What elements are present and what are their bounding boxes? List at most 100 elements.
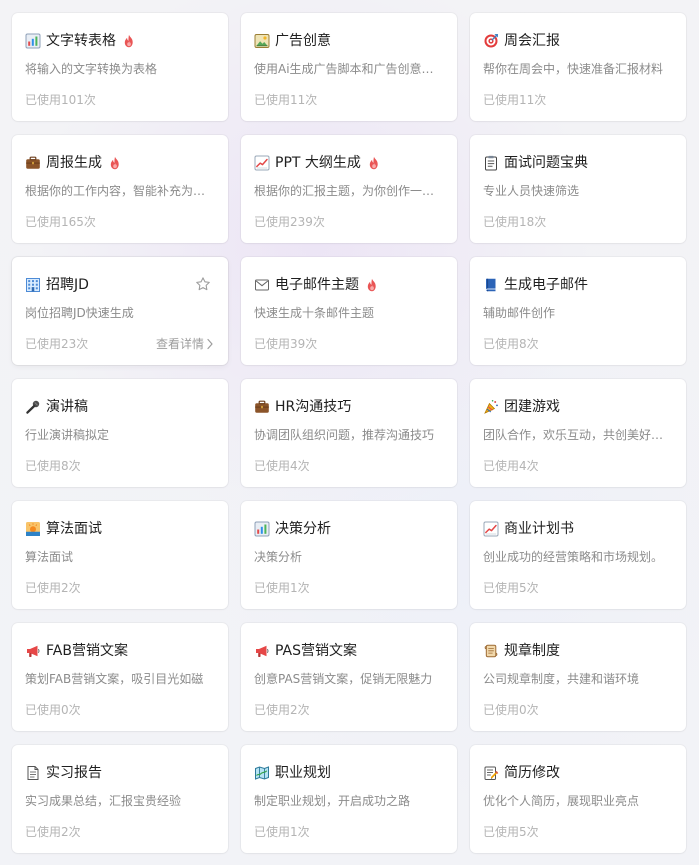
card-title-row: 演讲稿: [25, 396, 215, 418]
usage-count: 已使用1次: [254, 581, 310, 595]
app-card-面试问题宝典[interactable]: 面试问题宝典 专业人员快速筛选 已使用18次: [470, 135, 686, 243]
usage-count: 已使用165次: [25, 215, 96, 229]
card-title-row: 电子邮件主题: [254, 274, 444, 296]
app-card-周报生成[interactable]: 周报生成 根据你的工作内容，智能补充为完… 已使用165次: [12, 135, 228, 243]
usage-count: 已使用11次: [254, 93, 318, 107]
app-card-实习报告[interactable]: 实习报告 实习成果总结，汇报宝贵经验 已使用2次: [12, 745, 228, 853]
card-title: PPT 大纲生成: [275, 155, 361, 171]
app-card-广告创意[interactable]: 广告创意 使用Ai生成广告脚本和广告创意想法 已使用11次: [241, 13, 457, 121]
card-description: 根据你的汇报主题，为你创作一份…: [254, 184, 444, 198]
bar-chart-icon: [25, 33, 41, 49]
app-card-决策分析[interactable]: 决策分析 决策分析 已使用1次: [241, 501, 457, 609]
usage-count: 已使用23次: [25, 337, 89, 351]
usage-count: 已使用239次: [254, 215, 325, 229]
card-title: 职业规划: [275, 765, 331, 781]
usage-count: 已使用101次: [25, 93, 96, 107]
app-card-算法面试[interactable]: 算法面试 算法面试 已使用2次: [12, 501, 228, 609]
card-title: 广告创意: [275, 33, 331, 49]
sunrise-icon: [25, 521, 41, 537]
megaphone-icon: [254, 643, 270, 659]
building-icon: [25, 277, 41, 293]
fire-icon: [368, 156, 380, 170]
card-title-row: 决策分析: [254, 518, 444, 540]
usage-count: 已使用4次: [483, 459, 539, 473]
app-card-演讲稿[interactable]: 演讲稿 行业演讲稿拟定 已使用8次: [12, 379, 228, 487]
fire-icon: [366, 278, 378, 292]
microphone-icon: [25, 399, 41, 415]
card-description: 策划FAB营销文案，吸引目光如磁: [25, 672, 204, 686]
app-card-文字转表格[interactable]: 文字转表格 将输入的文字转换为表格 已使用101次: [12, 13, 228, 121]
star-icon[interactable]: [194, 275, 212, 293]
usage-count: 已使用2次: [25, 825, 81, 839]
usage-count: 已使用1次: [254, 825, 310, 839]
app-card-grid: 文字转表格 将输入的文字转换为表格 已使用101次 广告创意 使用Ai生成广告脚…: [0, 0, 699, 865]
card-title-row: 文字转表格: [25, 30, 215, 52]
picture-icon: [254, 33, 270, 49]
app-card-电子邮件主题[interactable]: 电子邮件主题 快速生成十条邮件主题 已使用39次: [241, 257, 457, 365]
usage-count: 已使用18次: [483, 215, 547, 229]
usage-count: 已使用4次: [254, 459, 310, 473]
usage-count: 已使用0次: [25, 703, 81, 717]
card-title: 演讲稿: [46, 399, 88, 415]
app-card-hr沟通技巧[interactable]: HR沟通技巧 协调团队组织问题，推荐沟通技巧 已使用4次: [241, 379, 457, 487]
card-description: 算法面试: [25, 550, 74, 564]
card-title: PAS营销文案: [275, 643, 358, 659]
fire-icon: [123, 34, 135, 48]
card-title: 算法面试: [46, 521, 102, 537]
memo-icon: [483, 765, 499, 781]
chevron-right-icon: [206, 338, 214, 350]
fire-icon: [109, 156, 121, 170]
card-title-row: 周报生成: [25, 152, 215, 174]
trend-chart-icon: [254, 155, 270, 171]
card-title: FAB营销文案: [46, 643, 128, 659]
card-description: 公司规章制度，共建和谐环境: [483, 672, 640, 686]
app-card-ppt-大纲生成[interactable]: PPT 大纲生成 根据你的汇报主题，为你创作一份… 已使用239次: [241, 135, 457, 243]
book-icon: [483, 277, 499, 293]
usage-count: 已使用5次: [483, 825, 539, 839]
card-title-row: 实习报告: [25, 762, 215, 784]
clipboard-icon: [483, 155, 499, 171]
card-title-row: 规章制度: [483, 640, 673, 662]
card-description: 将输入的文字转换为表格: [25, 62, 158, 76]
target-icon: [483, 33, 499, 49]
card-title: 规章制度: [504, 643, 560, 659]
card-title: 决策分析: [275, 521, 331, 537]
app-card-团建游戏[interactable]: 团建游戏 团队合作，欢乐互动，共创美好回… 已使用4次: [470, 379, 686, 487]
card-title-row: 简历修改: [483, 762, 673, 784]
card-title-row: PAS营销文案: [254, 640, 444, 662]
usage-count: 已使用39次: [254, 337, 318, 351]
card-description: 快速生成十条邮件主题: [254, 306, 375, 320]
card-title-row: 广告创意: [254, 30, 444, 52]
card-title: 招聘JD: [46, 277, 89, 293]
usage-count: 已使用0次: [483, 703, 539, 717]
card-description: 专业人员快速筛选: [483, 184, 580, 198]
app-card-周会汇报[interactable]: 周会汇报 帮你在周会中，快速准备汇报材料 已使用11次: [470, 13, 686, 121]
card-title: 面试问题宝典: [504, 155, 588, 171]
usage-count: 已使用8次: [25, 459, 81, 473]
card-title-row: PPT 大纲生成: [254, 152, 444, 174]
card-title: 周会汇报: [504, 33, 560, 49]
map-icon: [254, 765, 270, 781]
bar-chart-icon: [254, 521, 270, 537]
card-title: 生成电子邮件: [504, 277, 588, 293]
card-title-row: 职业规划: [254, 762, 444, 784]
card-description: 帮你在周会中，快速准备汇报材料: [483, 62, 664, 76]
app-card-生成电子邮件[interactable]: 生成电子邮件 辅助邮件创作 已使用8次: [470, 257, 686, 365]
card-title-row: FAB营销文案: [25, 640, 215, 662]
view-details-link[interactable]: 查看详情: [156, 336, 214, 352]
app-card-pas营销文案[interactable]: PAS营销文案 创意PAS营销文案，促销无限魅力 已使用2次: [241, 623, 457, 731]
app-card-招聘jd[interactable]: 招聘JD 岗位招聘JD快速生成 已使用23次 查看详情: [12, 257, 228, 365]
app-card-规章制度[interactable]: 规章制度 公司规章制度，共建和谐环境 已使用0次: [470, 623, 686, 731]
card-title: 简历修改: [504, 765, 560, 781]
card-description: 协调团队组织问题，推荐沟通技巧: [254, 428, 435, 442]
app-card-商业计划书[interactable]: 商业计划书 创业成功的经营策略和市场规划。 已使用5次: [470, 501, 686, 609]
card-title-row: 面试问题宝典: [483, 152, 673, 174]
app-card-职业规划[interactable]: 职业规划 制定职业规划，开启成功之路 已使用1次: [241, 745, 457, 853]
card-title-row: 招聘JD: [25, 274, 215, 296]
card-title-row: 商业计划书: [483, 518, 673, 540]
app-card-简历修改[interactable]: 简历修改 优化个人简历，展现职业亮点 已使用5次: [470, 745, 686, 853]
card-description: 行业演讲稿拟定: [25, 428, 110, 442]
app-card-fab营销文案[interactable]: FAB营销文案 策划FAB营销文案，吸引目光如磁 已使用0次: [12, 623, 228, 731]
scroll-icon: [483, 643, 499, 659]
usage-count: 已使用5次: [483, 581, 539, 595]
